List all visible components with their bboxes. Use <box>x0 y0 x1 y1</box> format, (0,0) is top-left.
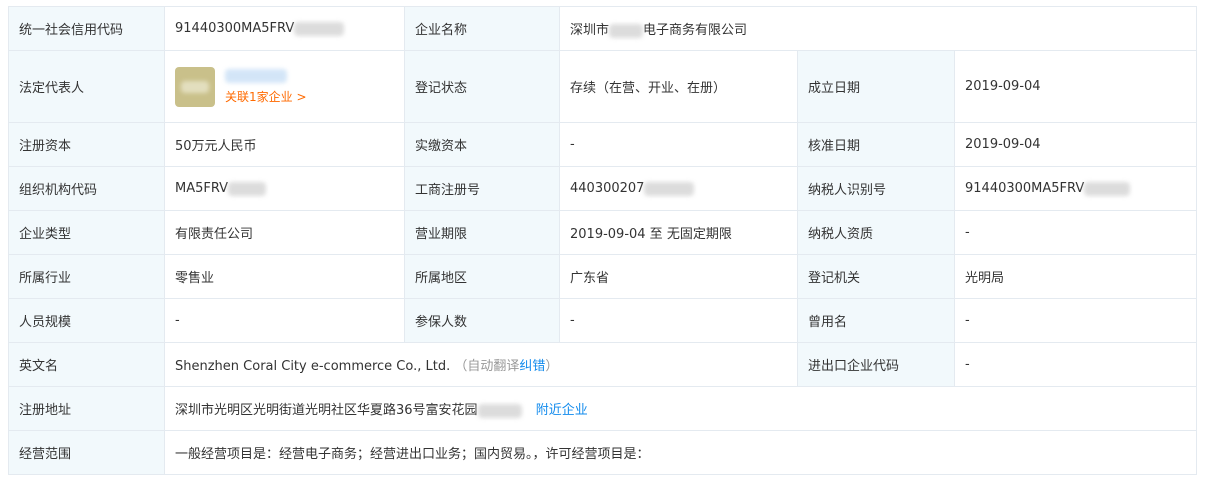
address-text: 深圳市光明区光明街道光明社区华夏路36号富安花园 <box>175 403 478 418</box>
org-code-text: MA5FRV <box>175 181 229 196</box>
row-staff: 人员规模 - 参保人数 - 曾用名 - <box>8 298 1198 343</box>
auto-translate-close: ） <box>545 359 559 374</box>
related-companies-link[interactable]: 关联1家企业 > <box>225 88 307 105</box>
label-legal-rep: 法定代表人 <box>8 50 165 123</box>
redacted-mask <box>225 69 287 83</box>
label-former-name: 曾用名 <box>797 298 955 343</box>
auto-translate-note: （自动翻译 <box>454 359 520 374</box>
row-industry: 所属行业 零售业 所属地区 广东省 登记机关 光明局 <box>8 254 1198 299</box>
value-business-scope: 一般经营项目是：经营电子商务；经营进出口业务；国内贸易。，许可经营项目是： <box>163 430 1198 475</box>
label-credit-code: 统一社会信用代码 <box>8 6 165 51</box>
label-business-scope: 经营范围 <box>8 430 165 475</box>
company-name-prefix: 深圳市 <box>570 23 610 38</box>
label-established-date: 成立日期 <box>797 50 955 123</box>
label-company-name: 企业名称 <box>404 6 560 51</box>
company-name-suffix: 电子商务有限公司 <box>643 23 748 38</box>
value-approval-date: 2019-09-04 <box>953 122 1198 167</box>
value-biz-reg-no: 440300207 <box>559 166 798 211</box>
label-english-name: 英文名 <box>8 342 165 387</box>
value-paid-capital: - <box>559 122 798 167</box>
row-legal-rep: 法定代表人 关联1家企业 > 登记状态 存续（在营、开业、在册） 成立日期 20… <box>8 50 1198 123</box>
row-credit-code: 统一社会信用代码 91440300MA5FRV 企业名称 深圳市 电子商务有限公司 <box>8 6 1198 51</box>
label-reg-status: 登记状态 <box>404 50 560 123</box>
value-reg-status: 存续（在营、开业、在册） <box>559 50 798 123</box>
value-english-name: Shenzhen Coral City e-commerce Co., Ltd.… <box>164 342 798 387</box>
correction-link[interactable]: 纠错 <box>519 359 545 374</box>
label-reg-capital: 注册资本 <box>8 122 165 167</box>
biz-reg-no-text: 440300207 <box>570 181 645 196</box>
row-business-scope: 经营范围 一般经营项目是：经营电子商务；经营进出口业务；国内贸易。，许可经营项目… <box>8 430 1198 475</box>
value-reg-address: 深圳市光明区光明街道光明社区华夏路36号富安花园 附近企业 <box>163 386 1198 431</box>
avatar[interactable] <box>175 66 215 107</box>
value-import-export-code: - <box>953 342 1198 387</box>
label-paid-capital: 实缴资本 <box>404 122 560 167</box>
value-former-name: - <box>953 298 1198 343</box>
business-info-table: 统一社会信用代码 91440300MA5FRV 企业名称 深圳市 电子商务有限公司… <box>8 6 1198 475</box>
row-address: 注册地址 深圳市光明区光明街道光明社区华夏路36号富安花园 附近企业 <box>8 386 1198 431</box>
row-capital: 注册资本 50万元人民币 实缴资本 - 核准日期 2019-09-04 <box>8 122 1198 167</box>
label-taxpayer-id: 纳税人识别号 <box>797 166 955 211</box>
label-region: 所属地区 <box>404 254 560 299</box>
redacted-mask <box>294 21 345 36</box>
nearby-companies-link[interactable]: 附近企业 <box>536 403 588 418</box>
value-taxpayer-id: 91440300MA5FRV <box>953 166 1198 211</box>
row-english-name: 英文名 Shenzhen Coral City e-commerce Co., … <box>8 342 1198 387</box>
value-company-name: 深圳市 电子商务有限公司 <box>558 6 1198 51</box>
redacted-mask <box>1084 181 1131 196</box>
label-reg-authority: 登记机关 <box>797 254 955 299</box>
row-company-type: 企业类型 有限责任公司 营业期限 2019-09-04 至 无固定期限 纳税人资… <box>8 210 1198 255</box>
label-org-code: 组织机构代码 <box>8 166 165 211</box>
row-org-code: 组织机构代码 MA5FRV 工商注册号 440300207 纳税人识别号 914… <box>8 166 1198 211</box>
english-name-text: Shenzhen Coral City e-commerce Co., Ltd. <box>175 359 451 374</box>
value-credit-code: 91440300MA5FRV <box>164 6 405 51</box>
redacted-mask <box>609 23 644 38</box>
value-insured-count: - <box>559 298 798 343</box>
value-company-type: 有限责任公司 <box>164 210 405 255</box>
value-reg-capital: 50万元人民币 <box>164 122 405 167</box>
label-import-export-code: 进出口企业代码 <box>797 342 955 387</box>
label-company-type: 企业类型 <box>8 210 165 255</box>
value-org-code: MA5FRV <box>164 166 405 211</box>
redacted-mask <box>228 181 267 196</box>
redacted-mask <box>477 403 522 418</box>
label-biz-reg-no: 工商注册号 <box>404 166 560 211</box>
taxpayer-id-text: 91440300MA5FRV <box>965 181 1085 196</box>
label-approval-date: 核准日期 <box>797 122 955 167</box>
credit-code-text: 91440300MA5FRV <box>175 21 295 36</box>
value-taxpayer-qual: - <box>953 210 1198 255</box>
value-business-term: 2019-09-04 至 无固定期限 <box>559 210 798 255</box>
value-established-date: 2019-09-04 <box>953 50 1198 123</box>
redacted-mask <box>644 181 695 196</box>
value-legal-rep: 关联1家企业 > <box>164 50 405 123</box>
value-industry: 零售业 <box>164 254 405 299</box>
label-industry: 所属行业 <box>8 254 165 299</box>
value-region: 广东省 <box>559 254 798 299</box>
redacted-mask <box>181 80 209 93</box>
label-staff-size: 人员规模 <box>8 298 165 343</box>
label-business-term: 营业期限 <box>404 210 560 255</box>
value-reg-authority: 光明局 <box>953 254 1198 299</box>
label-reg-address: 注册地址 <box>8 386 165 431</box>
label-insured-count: 参保人数 <box>404 298 560 343</box>
value-staff-size: - <box>164 298 405 343</box>
label-taxpayer-qual: 纳税人资质 <box>797 210 955 255</box>
